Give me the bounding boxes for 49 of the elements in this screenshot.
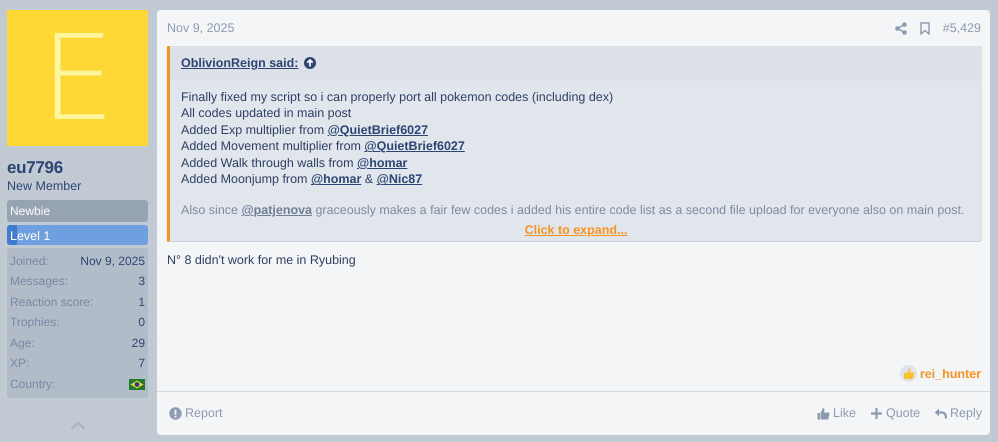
mention-link[interactable]: @patjenova — [241, 203, 312, 218]
post-date[interactable]: Nov 9, 2025 — [167, 19, 234, 38]
stat-label: Messages: — [10, 273, 68, 290]
quote-line: All codes updated in main post — [181, 105, 352, 122]
stat-value: 0 — [138, 314, 145, 332]
mention-link[interactable]: @homar — [310, 172, 362, 186]
arrow-up-icon[interactable] — [304, 57, 316, 70]
stat-value: Nov 9, 2025 — [80, 252, 145, 270]
quote-author-link[interactable]: OblivionReign said: — [181, 54, 298, 72]
user-title: New Member — [7, 178, 82, 196]
reply-icon — [934, 407, 948, 420]
bookmark-icon[interactable] — [920, 22, 930, 35]
username[interactable]: eu7796 — [7, 158, 148, 178]
mention-link[interactable]: @homar — [357, 156, 408, 170]
user-banner: Newbie — [7, 200, 148, 222]
plus-icon — [870, 407, 883, 420]
thumbs-up-icon — [900, 365, 917, 382]
expand-link[interactable]: Click to expand... — [524, 218, 628, 242]
quote-line: Finally fixed my script so i can properly port all pokemon codes (including dex) — [181, 88, 614, 106]
share-icon[interactable] — [894, 22, 907, 35]
mention-link[interactable]: @QuietBrief6027 — [364, 139, 465, 154]
quote-line: Also since @patjenova graceously makes a fair few codes i added his entire code list as a second file upload for everyone also on main post. — [181, 202, 966, 219]
quote-line: Added Exp multiplier from @QuietBrief6027 — [181, 122, 430, 138]
report-link[interactable]: Report — [169, 404, 223, 423]
flag-icon — [129, 378, 145, 390]
mention-link[interactable]: @Nic87 — [376, 172, 422, 186]
like-link[interactable]: Like — [817, 404, 856, 423]
quote-link[interactable]: Quote — [870, 404, 920, 423]
stat-label: Trophies: — [10, 314, 60, 332]
stat-value: 7 — [138, 355, 145, 372]
reply-link[interactable]: Reply — [934, 404, 982, 423]
report-icon — [169, 407, 182, 420]
stat-value: 29 — [132, 334, 145, 352]
level-label: Level 1 — [9, 228, 52, 245]
stat-label: Age: — [10, 334, 35, 352]
quote-line: Added Movement multiplier from @QuietBrief6027 — [181, 138, 466, 155]
stat-label: Country: — [10, 376, 56, 393]
post-body: N° 8 didn't work for me in Ryubing — [166, 252, 357, 270]
stat-label: XP: — [10, 355, 30, 372]
post-number[interactable]: #5,429 — [942, 19, 981, 38]
quote-line: Added Moonjump from @homar & @Nic87 — [181, 171, 424, 188]
stat-value: 1 — [138, 294, 145, 311]
stat-label: Reaction score: — [10, 294, 94, 311]
mention-link[interactable]: @QuietBrief6027 — [328, 122, 428, 137]
quote-line: Added Walk through walls from @homar — [181, 154, 408, 172]
stat-value: 3 — [138, 273, 145, 290]
reaction-user-link[interactable]: rei_hunter — [920, 364, 981, 384]
stat-label: Joined: — [10, 252, 49, 270]
thumbs-up-icon — [817, 407, 830, 420]
